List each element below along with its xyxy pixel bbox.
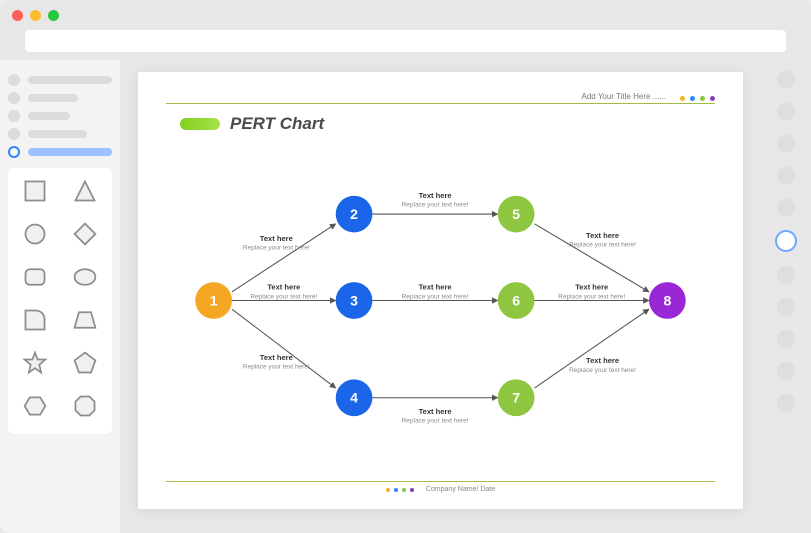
svg-text:5: 5: [512, 206, 520, 222]
svg-text:Replace your text here!: Replace your text here!: [569, 241, 636, 248]
shape-octagon[interactable]: [72, 393, 98, 424]
svg-text:8: 8: [663, 293, 671, 309]
svg-text:Text here: Text here: [419, 283, 452, 292]
edge-label[interactable]: Text here Replace your text here!: [402, 407, 469, 425]
edge-label[interactable]: Text hereReplace your text here!: [558, 283, 625, 301]
thumb[interactable]: [777, 198, 795, 216]
shape-pentagon[interactable]: [72, 350, 98, 381]
svg-text:4: 4: [350, 390, 358, 406]
accent-dots: [680, 96, 715, 101]
title-prompt[interactable]: Add Your Title Here ......: [582, 92, 667, 101]
svg-text:Replace your text here!: Replace your text here!: [243, 364, 310, 371]
right-sidebar: [761, 60, 811, 533]
svg-text:Text here: Text here: [586, 356, 619, 365]
edge-label[interactable]: Text here Replace your text here!: [243, 234, 310, 252]
svg-text:Text here: Text here: [586, 231, 619, 240]
thumb[interactable]: [777, 166, 795, 184]
shape-diamond[interactable]: [72, 221, 98, 252]
menu-item[interactable]: [8, 128, 112, 140]
shape-rounded-rect[interactable]: [22, 264, 48, 295]
thumb[interactable]: [777, 102, 795, 120]
edge-label[interactable]: Text here Replace your text here!: [243, 353, 310, 371]
shape-square[interactable]: [22, 178, 48, 209]
svg-text:2: 2: [350, 206, 358, 222]
shape-star[interactable]: [22, 350, 48, 381]
svg-text:Text here: Text here: [419, 191, 452, 200]
thumb[interactable]: [777, 70, 795, 88]
address-bar[interactable]: [25, 30, 786, 52]
node-6[interactable]: 6: [498, 282, 535, 319]
svg-text:Replace your text here!: Replace your text here!: [402, 202, 469, 209]
svg-text:Replace your text here!: Replace your text here!: [243, 245, 310, 252]
svg-text:Replace your text here!: Replace your text here!: [569, 367, 636, 374]
svg-text:6: 6: [512, 293, 520, 309]
svg-text:Text here: Text here: [419, 407, 452, 416]
svg-text:Replace your text here!: Replace your text here!: [558, 293, 625, 300]
menu-item[interactable]: [8, 110, 112, 122]
edge-label[interactable]: Text hereReplace your text here!: [250, 283, 317, 301]
node-7[interactable]: 7: [498, 379, 535, 416]
minimize-icon[interactable]: [30, 10, 41, 21]
thumb[interactable]: [777, 330, 795, 348]
shape-quarter[interactable]: [22, 307, 48, 338]
svg-text:Text here: Text here: [260, 353, 293, 362]
svg-text:7: 7: [512, 390, 520, 406]
maximize-icon[interactable]: [48, 10, 59, 21]
node-4[interactable]: 4: [336, 379, 373, 416]
svg-text:Replace your text here!: Replace your text here!: [402, 293, 469, 300]
edge-label[interactable]: Text here Replace your text here!: [402, 191, 469, 209]
menu-item-selected[interactable]: [8, 146, 112, 158]
svg-text:Text here: Text here: [575, 283, 608, 292]
close-icon[interactable]: [12, 10, 23, 21]
svg-text:Text here: Text here: [267, 283, 300, 292]
shape-circle[interactable]: [22, 221, 48, 252]
thumb-selected[interactable]: [775, 230, 797, 252]
shape-ellipse[interactable]: [72, 264, 98, 295]
thumb[interactable]: [777, 298, 795, 316]
accent-dots: [386, 488, 414, 492]
svg-text:Replace your text here!: Replace your text here!: [402, 418, 469, 425]
diagram-title: PERT Chart: [230, 114, 324, 134]
thumb[interactable]: [777, 266, 795, 284]
node-5[interactable]: 5: [498, 196, 535, 233]
node-1[interactable]: 1: [195, 282, 232, 319]
thumb[interactable]: [777, 362, 795, 380]
left-sidebar: [0, 60, 120, 533]
node-8[interactable]: 8: [649, 282, 686, 319]
node-2[interactable]: 2: [336, 196, 373, 233]
shape-hexagon[interactable]: [22, 393, 48, 424]
edge-label[interactable]: Text hereReplace your text here!: [569, 231, 636, 249]
node-3[interactable]: 3: [336, 282, 373, 319]
thumb[interactable]: [777, 134, 795, 152]
canvas-page[interactable]: Add Your Title Here ...... PERT Chart: [138, 72, 743, 509]
shape-trapezoid[interactable]: [72, 307, 98, 338]
svg-text:1: 1: [210, 293, 218, 309]
thumb[interactable]: [777, 394, 795, 412]
edge-label[interactable]: Text here Replace your text here!: [569, 356, 636, 374]
title-accent: [180, 118, 220, 130]
edge-label[interactable]: Text hereReplace your text here!: [402, 283, 469, 301]
svg-text:Text here: Text here: [260, 234, 293, 243]
menu-item[interactable]: [8, 74, 112, 86]
footer-company[interactable]: Company Name/ Date: [426, 486, 495, 493]
shape-triangle[interactable]: [72, 178, 98, 209]
pert-diagram: 1 2 3 4 5 6 7 8 Text hereReplace your te…: [138, 137, 743, 464]
menu-item[interactable]: [8, 92, 112, 104]
svg-text:3: 3: [350, 293, 358, 309]
svg-text:Replace your text here!: Replace your text here!: [250, 293, 317, 300]
shape-palette: [8, 168, 112, 434]
